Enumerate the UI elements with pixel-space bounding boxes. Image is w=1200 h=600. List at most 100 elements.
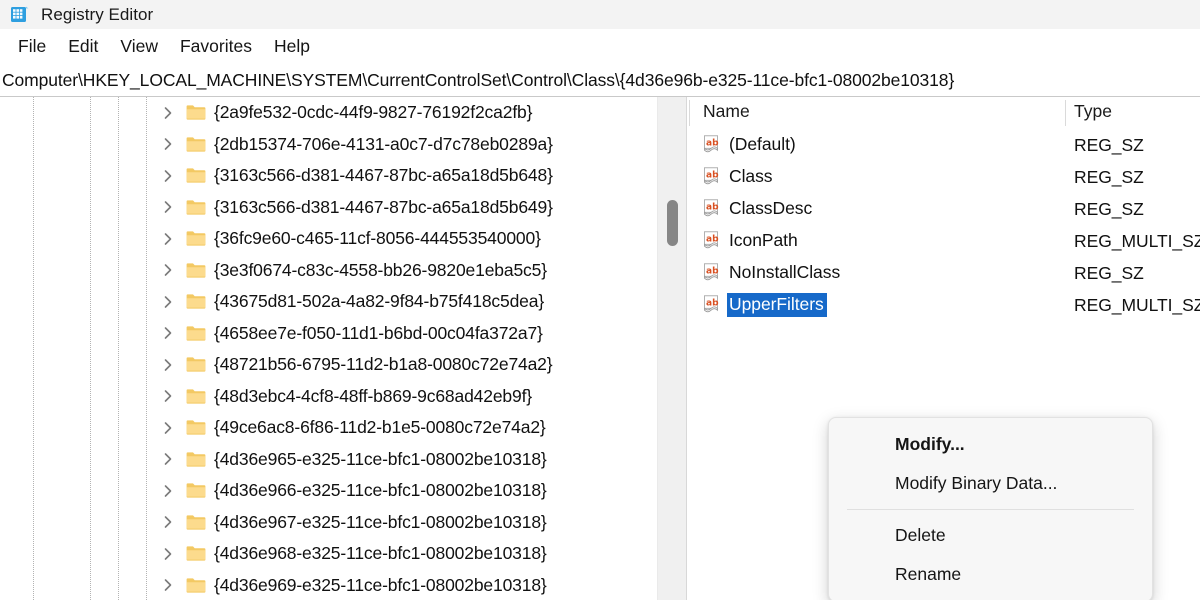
address-bar[interactable]: Computer\HKEY_LOCAL_MACHINE\SYSTEM\Curre… <box>0 65 1200 97</box>
chevron-right-icon[interactable] <box>160 199 176 215</box>
chevron-right-icon[interactable] <box>160 420 176 436</box>
folder-icon <box>186 167 206 184</box>
tree-item-label: {4658ee7e-f050-11d1-b6bd-00c04fa372a7} <box>214 323 543 344</box>
value-name[interactable]: (Default) <box>727 133 799 157</box>
tree-item[interactable]: {4d36e966-e325-11ce-bfc1-08002be10318} <box>0 475 657 507</box>
chevron-right-icon[interactable] <box>160 514 176 530</box>
tree-scrollbar-thumb[interactable] <box>667 200 678 246</box>
string-value-icon: ab <box>703 295 724 315</box>
chevron-right-icon[interactable] <box>160 168 176 184</box>
string-value-icon: ab <box>703 231 724 251</box>
tree-item-label: {48d3ebc4-4cf8-48ff-b869-9c68ad42eb9f} <box>214 386 532 407</box>
folder-icon <box>186 388 206 405</box>
value-type: REG_SZ <box>1074 199 1144 220</box>
context-menu-item-modify[interactable]: Modify... <box>833 425 1148 464</box>
tree-vertical-scrollbar[interactable] <box>657 97 686 600</box>
folder-icon <box>186 451 206 468</box>
tree-item-label: {2a9fe532-0cdc-44f9-9827-76192f2ca2fb} <box>214 102 532 123</box>
tree-item[interactable]: {2db15374-706e-4131-a0c7-d7c78eb0289a} <box>0 129 657 161</box>
tree-item-label: {49ce6ac8-6f86-11d2-b1e5-0080c72e74a2} <box>214 417 546 438</box>
string-value-icon: ab <box>703 199 724 219</box>
tree-item-label: {4d36e968-e325-11ce-bfc1-08002be10318} <box>214 543 547 564</box>
chevron-right-icon[interactable] <box>160 577 176 593</box>
registry-path[interactable]: Computer\HKEY_LOCAL_MACHINE\SYSTEM\Curre… <box>0 70 954 91</box>
folder-icon <box>186 514 206 531</box>
folder-icon <box>186 293 206 310</box>
tree-item[interactable]: {4658ee7e-f050-11d1-b6bd-00c04fa372a7} <box>0 318 657 350</box>
value-name[interactable]: UpperFilters <box>727 293 827 317</box>
chevron-right-icon[interactable] <box>160 546 176 562</box>
tree-item-label: {3163c566-d381-4467-87bc-a65a18d5b649} <box>214 197 553 218</box>
string-value-icon: ab <box>703 263 724 283</box>
menu-edit[interactable]: Edit <box>57 33 109 61</box>
folder-icon <box>186 136 206 153</box>
tree-item-label: {4d36e966-e325-11ce-bfc1-08002be10318} <box>214 480 547 501</box>
chevron-right-icon[interactable] <box>160 451 176 467</box>
chevron-right-icon[interactable] <box>160 388 176 404</box>
value-type: REG_SZ <box>1074 135 1144 156</box>
value-name[interactable]: ClassDesc <box>727 197 815 221</box>
value-type: REG_SZ <box>1074 167 1144 188</box>
tree-item[interactable]: {4d36e965-e325-11ce-bfc1-08002be10318} <box>0 444 657 476</box>
tree-item[interactable]: {48d3ebc4-4cf8-48ff-b869-9c68ad42eb9f} <box>0 381 657 413</box>
tree-item-label: {36fc9e60-c465-11cf-8056-444553540000} <box>214 228 541 249</box>
tree-item[interactable]: {48721b56-6795-11d2-b1a8-0080c72e74a2} <box>0 349 657 381</box>
tree-item[interactable]: {36fc9e60-c465-11cf-8056-444553540000} <box>0 223 657 255</box>
content-area: {2a9fe532-0cdc-44f9-9827-76192f2ca2fb} {2… <box>0 97 1200 600</box>
value-type: REG_SZ <box>1074 263 1144 284</box>
value-name[interactable]: IconPath <box>727 229 801 253</box>
folder-icon <box>186 325 206 342</box>
value-name[interactable]: NoInstallClass <box>727 261 843 285</box>
menu-file[interactable]: File <box>7 33 57 61</box>
menu-bar: File Edit View Favorites Help <box>0 29 1200 65</box>
value-row[interactable]: abIconPathREG_MULTI_SZ <box>689 225 1200 257</box>
chevron-right-icon[interactable] <box>160 325 176 341</box>
tree-item-label: {3163c566-d381-4467-87bc-a65a18d5b648} <box>214 165 553 186</box>
tree-item[interactable]: {43675d81-502a-4a82-9f84-b75f418c5dea} <box>0 286 657 318</box>
registry-tree-pane[interactable]: {2a9fe532-0cdc-44f9-9827-76192f2ca2fb} {2… <box>0 97 657 600</box>
menu-help[interactable]: Help <box>263 33 321 61</box>
context-menu-item-delete[interactable]: Delete <box>833 516 1148 555</box>
value-row[interactable]: abClassDesc REG_SZ <box>689 193 1200 225</box>
value-row[interactable]: abUpperFilters REG_MULTI_SZ <box>689 289 1200 321</box>
string-value-icon: ab <box>703 135 724 155</box>
context-menu: Modify... Modify Binary Data... Delete R… <box>828 417 1153 600</box>
folder-icon <box>186 419 206 436</box>
value-type: REG_MULTI_SZ <box>1074 295 1200 316</box>
chevron-right-icon[interactable] <box>160 105 176 121</box>
chevron-right-icon[interactable] <box>160 294 176 310</box>
column-header-name[interactable]: Name <box>703 101 750 122</box>
value-row[interactable]: abClassREG_SZ <box>689 161 1200 193</box>
tree-item[interactable]: {3e3f0674-c83c-4558-bb26-9820e1eba5c5} <box>0 255 657 287</box>
tree-item[interactable]: {4d36e968-e325-11ce-bfc1-08002be10318} <box>0 538 657 570</box>
tree-item[interactable]: {2a9fe532-0cdc-44f9-9827-76192f2ca2fb} <box>0 97 657 129</box>
folder-icon <box>186 199 206 216</box>
values-column-header: Name Type <box>689 97 1200 129</box>
context-menu-item-modify-binary-data[interactable]: Modify Binary Data... <box>833 464 1148 503</box>
tree-item-label: {4d36e969-e325-11ce-bfc1-08002be10318} <box>214 575 547 596</box>
window-title: Registry Editor <box>41 5 153 25</box>
value-row[interactable]: ab(Default) REG_SZ <box>689 129 1200 161</box>
registry-editor-icon <box>10 5 30 25</box>
chevron-right-icon[interactable] <box>160 136 176 152</box>
value-name[interactable]: Class <box>727 165 776 189</box>
chevron-right-icon[interactable] <box>160 262 176 278</box>
tree-item[interactable]: {3163c566-d381-4467-87bc-a65a18d5b648} <box>0 160 657 192</box>
tree-item[interactable]: {49ce6ac8-6f86-11d2-b1e5-0080c72e74a2} <box>0 412 657 444</box>
tree-item[interactable]: {3163c566-d381-4467-87bc-a65a18d5b649} <box>0 192 657 224</box>
column-header-type[interactable]: Type <box>1074 101 1112 122</box>
folder-icon <box>186 356 206 373</box>
folder-icon <box>186 262 206 279</box>
tree-item[interactable]: {4d36e967-e325-11ce-bfc1-08002be10318} <box>0 507 657 539</box>
folder-icon <box>186 482 206 499</box>
value-row[interactable]: abNoInstallClass REG_SZ <box>689 257 1200 289</box>
chevron-right-icon[interactable] <box>160 483 176 499</box>
chevron-right-icon[interactable] <box>160 231 176 247</box>
menu-favorites[interactable]: Favorites <box>169 33 263 61</box>
tree-item[interactable]: {4d36e969-e325-11ce-bfc1-08002be10318} <box>0 570 657 600</box>
registry-editor-window: Registry Editor File Edit View Favorites… <box>0 0 1200 600</box>
menu-view[interactable]: View <box>109 33 169 61</box>
tree-item-label: {2db15374-706e-4131-a0c7-d7c78eb0289a} <box>214 134 553 155</box>
context-menu-item-rename[interactable]: Rename <box>833 555 1148 594</box>
chevron-right-icon[interactable] <box>160 357 176 373</box>
